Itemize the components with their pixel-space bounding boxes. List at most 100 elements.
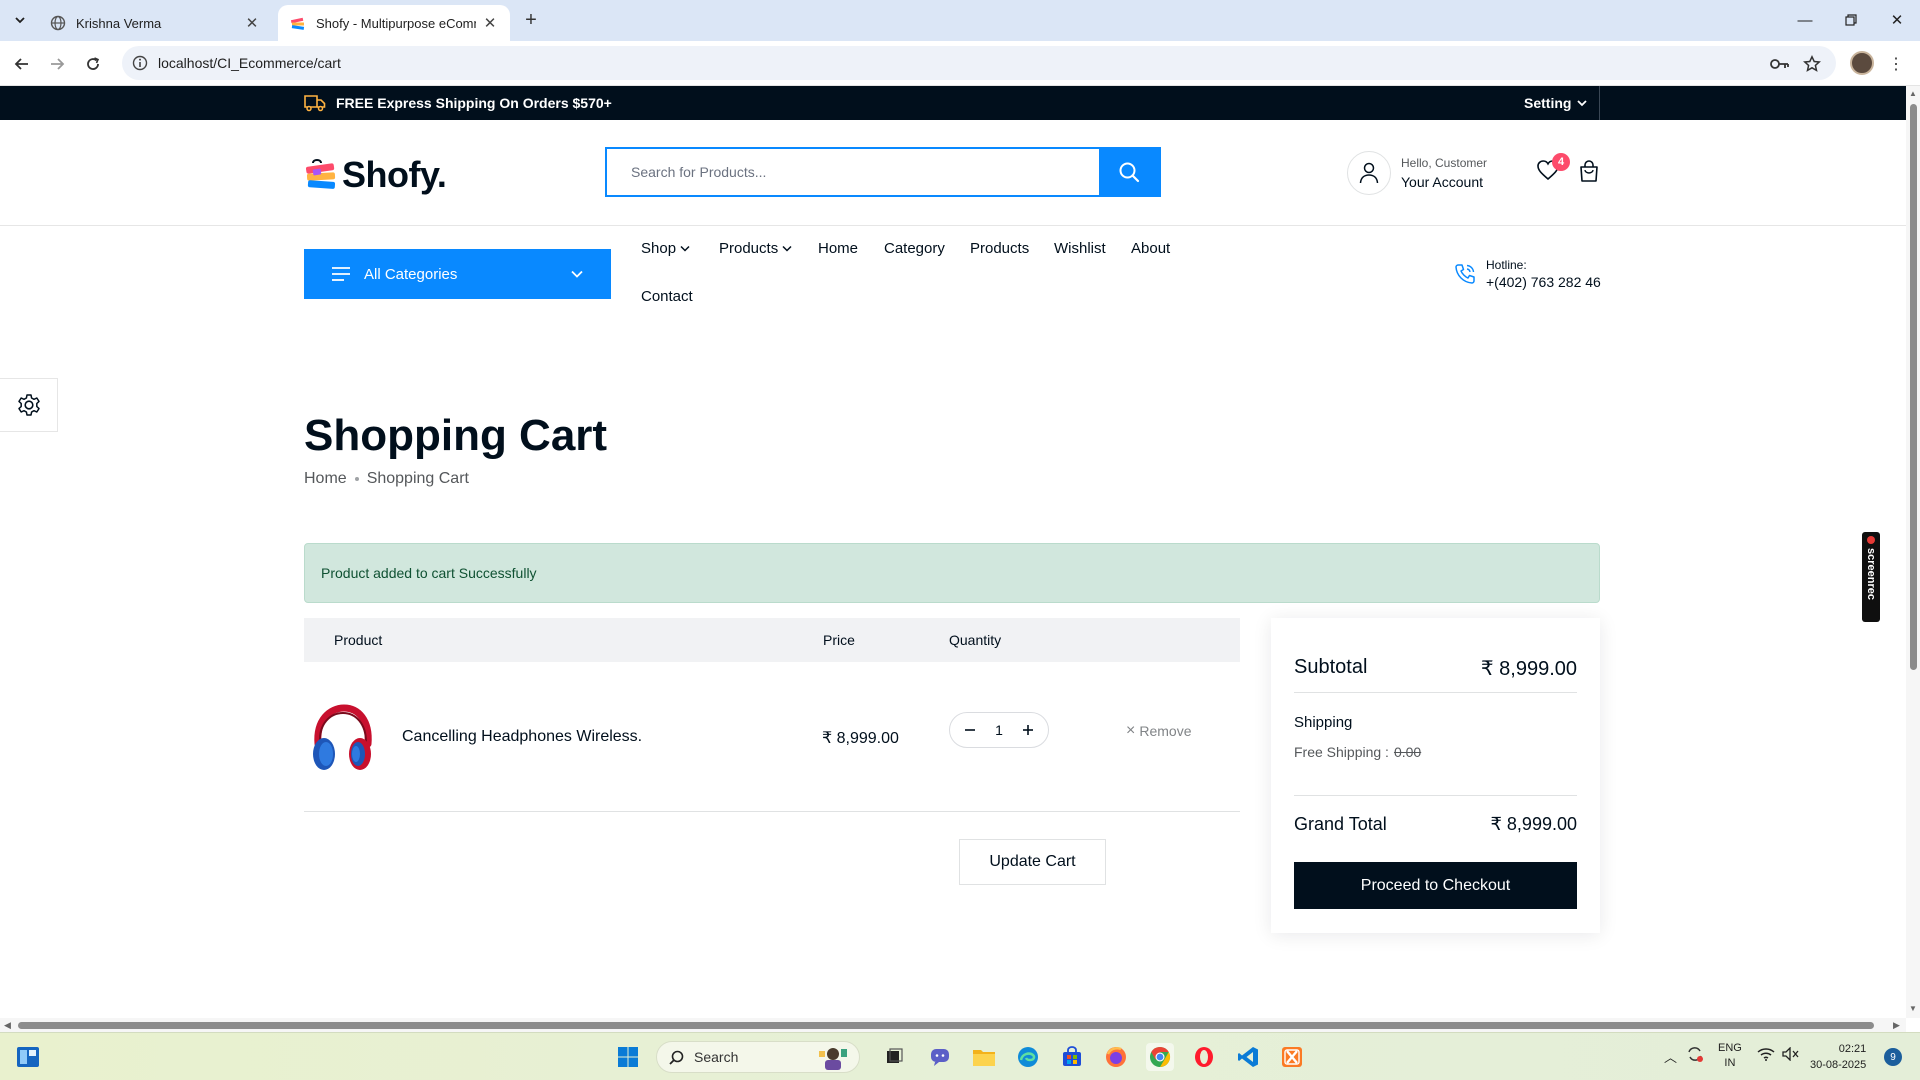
horizontal-scroll-thumb[interactable] [18, 1022, 1874, 1029]
file-explorer-icon[interactable] [970, 1043, 998, 1071]
vertical-scrollbar[interactable]: ▲ ▼ [1906, 86, 1920, 1018]
nav-item-products[interactable]: Products [970, 240, 1029, 257]
settings-float-button[interactable] [0, 378, 58, 432]
chrome-icon[interactable] [1146, 1043, 1174, 1071]
task-view-icon[interactable] [880, 1043, 908, 1071]
minus-icon [965, 729, 975, 731]
hotline-number: +(402) 763 282 46 [1486, 274, 1601, 290]
nav-item-category[interactable]: Category [884, 240, 945, 257]
scroll-right-arrow-icon[interactable]: ▶ [1893, 1020, 1900, 1031]
firefox-icon[interactable] [1102, 1043, 1130, 1071]
browser-tab-shofy[interactable]: Shofy - Multipurpose eCommer ✕ [278, 5, 510, 41]
shofy-logo[interactable]: Shofy. [304, 154, 447, 196]
nav-item-wishlist[interactable]: Wishlist [1054, 240, 1106, 257]
clock-date: 30-08-2025 [1810, 1059, 1867, 1071]
vscode-icon[interactable] [1234, 1043, 1262, 1071]
nav-item-contact[interactable]: Contact [641, 288, 693, 305]
profile-avatar[interactable] [1850, 51, 1874, 75]
tray-overflow-chevron-icon[interactable]: ︿ [1664, 1047, 1677, 1066]
gear-icon [17, 394, 40, 416]
horizontal-scrollbar[interactable]: ◀ ▶ [0, 1018, 1906, 1032]
decrease-quantity-button[interactable] [962, 722, 978, 738]
hotline[interactable]: Hotline: +(402) 763 282 46 [1454, 258, 1601, 290]
subtotal-label: Subtotal [1294, 656, 1368, 678]
close-icon: × [1126, 722, 1136, 739]
cart-button[interactable] [1578, 159, 1602, 183]
minimize-button[interactable]: — [1782, 6, 1828, 34]
scroll-left-arrow-icon[interactable]: ◀ [4, 1020, 11, 1031]
address-bar[interactable]: localhost/CI_Ecommerce/cart [122, 46, 1836, 80]
vertical-scroll-thumb[interactable] [1910, 104, 1917, 670]
search-icon [669, 1050, 684, 1065]
subtotal-value: ₹ 8,999.00 [1480, 658, 1577, 680]
password-key-icon[interactable] [1769, 53, 1791, 75]
screenrec-widget[interactable]: screenrec [1862, 532, 1880, 622]
widgets-icon[interactable] [14, 1043, 42, 1071]
nav-item-shop[interactable]: Shop [641, 240, 690, 257]
taskbar-search[interactable]: Search [656, 1041, 860, 1073]
back-button[interactable] [9, 51, 35, 77]
product-name-link[interactable]: Cancelling Headphones Wireless. [402, 728, 642, 746]
close-icon[interactable]: ✕ [244, 15, 260, 32]
update-cart-button[interactable]: Update Cart [959, 839, 1106, 885]
breadcrumb-separator [354, 477, 359, 481]
opera-icon[interactable] [1190, 1043, 1218, 1071]
all-categories-button[interactable]: All Categories [304, 249, 611, 299]
browser-tab-krishna[interactable]: Krishna Verma ✕ [38, 5, 272, 41]
new-tab-button[interactable]: + [520, 9, 542, 31]
close-icon[interactable]: ✕ [482, 15, 498, 32]
wifi-icon[interactable] [1757, 1047, 1775, 1064]
product-image-headphones[interactable] [310, 704, 374, 776]
success-alert: Product added to cart Successfully [304, 543, 1600, 603]
chat-app-icon[interactable] [926, 1043, 954, 1071]
window-close-button[interactable]: ✕ [1874, 6, 1920, 34]
nav-item-products-dropdown[interactable]: Products [719, 240, 792, 257]
free-shipping-text: FREE Express Shipping On Orders $570+ [336, 95, 612, 111]
scroll-down-arrow-icon[interactable]: ▼ [1909, 1004, 1917, 1013]
hotline-label: Hotline: [1486, 258, 1527, 272]
tab-title: Shofy - Multipurpose eCommer [316, 15, 476, 31]
windows-start-icon[interactable] [614, 1043, 642, 1071]
page-title: Shopping Cart [304, 411, 608, 460]
breadcrumb-home[interactable]: Home [304, 470, 347, 488]
xampp-icon[interactable] [1278, 1043, 1306, 1071]
bookmark-star-icon[interactable] [1801, 53, 1823, 75]
clock[interactable]: 02:21 30-08-2025 [1810, 1041, 1866, 1073]
shofy-logo-icon [305, 159, 336, 189]
tab-search-button[interactable] [8, 9, 32, 31]
increase-quantity-button[interactable] [1020, 722, 1036, 738]
forward-button[interactable] [44, 51, 70, 77]
proceed-to-checkout-button[interactable]: Proceed to Checkout [1294, 862, 1577, 909]
quantity-value[interactable]: 1 [995, 722, 1003, 738]
notification-badge[interactable]: 9 [1884, 1048, 1902, 1066]
nav-item-label: Shop [641, 240, 677, 257]
edge-browser-icon[interactable] [1014, 1043, 1042, 1071]
nav-item-label: Products [970, 240, 1030, 257]
tab-title: Krishna Verma [76, 15, 162, 31]
wishlist-button[interactable]: 4 [1536, 153, 1570, 183]
user-avatar-icon [1347, 151, 1391, 195]
browser-tab-bar: Krishna Verma ✕ Shofy - Multipurpose eCo… [0, 0, 1920, 41]
shofy-favicon-icon [290, 15, 306, 31]
quantity-stepper: 1 [949, 712, 1049, 748]
page-viewport: FREE Express Shipping On Orders $570+ Se… [0, 86, 1906, 1018]
account-link[interactable]: Hello, Customer Your Account [1347, 151, 1487, 195]
remove-item-button[interactable]: × Remove [1126, 722, 1191, 740]
globe-icon [50, 15, 66, 31]
nav-item-home[interactable]: Home [818, 240, 858, 257]
restore-button[interactable] [1828, 6, 1874, 34]
site-info-icon[interactable] [132, 55, 148, 71]
search-input[interactable] [607, 149, 1099, 195]
setting-dropdown[interactable]: Setting [1524, 95, 1588, 111]
reload-button[interactable] [80, 51, 106, 77]
store-icon[interactable] [1058, 1043, 1086, 1071]
menu-kebab-icon[interactable]: ⋮ [1886, 53, 1906, 75]
scroll-up-arrow-icon[interactable]: ▲ [1909, 89, 1917, 98]
cart-summary: Subtotal ₹ 8,999.00 Shipping Free Shippi… [1271, 618, 1600, 933]
grand-total-value: ₹ 8,999.00 [1490, 814, 1577, 834]
volume-muted-icon[interactable] [1782, 1046, 1800, 1064]
language-indicator[interactable]: ENG IN [1718, 1041, 1742, 1071]
nav-item-about[interactable]: About [1131, 240, 1170, 257]
search-button[interactable] [1099, 149, 1159, 195]
sync-status-icon[interactable] [1686, 1045, 1704, 1066]
